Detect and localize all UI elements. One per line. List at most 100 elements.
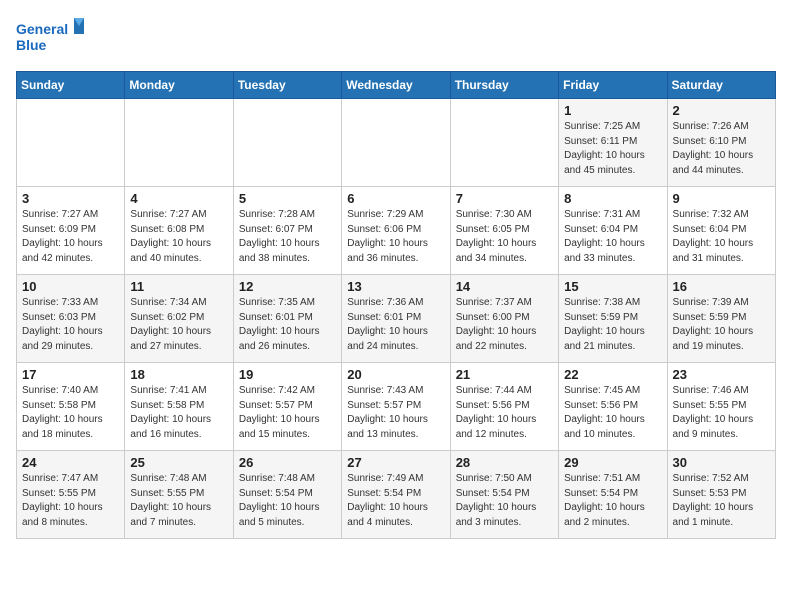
day-info: Sunrise: 7:27 AM Sunset: 6:09 PM Dayligh… — [22, 208, 119, 266]
calendar-day-cell: 20 Sunrise: 7:43 AM Sunset: 5:57 PM Dayli… — [342, 363, 450, 451]
day-info: Sunrise: 7:49 AM Sunset: 5:54 PM Dayligh… — [347, 472, 444, 530]
calendar-day-cell: 16 Sunrise: 7:39 AM Sunset: 5:59 PM Dayli… — [667, 275, 775, 363]
calendar-header-row: SundayMondayTuesdayWednesdayThursdayFrid… — [17, 72, 776, 99]
weekday-header: Sunday — [17, 72, 125, 99]
calendar-day-cell — [125, 99, 233, 187]
calendar-day-cell: 15 Sunrise: 7:38 AM Sunset: 5:59 PM Dayli… — [559, 275, 667, 363]
calendar-day-cell — [450, 99, 558, 187]
svg-text:General: General — [16, 21, 68, 37]
day-number: 10 — [22, 279, 119, 294]
day-number: 2 — [673, 103, 770, 118]
calendar-day-cell: 21 Sunrise: 7:44 AM Sunset: 5:56 PM Dayli… — [450, 363, 558, 451]
day-info: Sunrise: 7:39 AM Sunset: 5:59 PM Dayligh… — [673, 296, 770, 354]
day-number: 16 — [673, 279, 770, 294]
day-number: 24 — [22, 455, 119, 470]
day-number: 12 — [239, 279, 336, 294]
calendar-day-cell: 5 Sunrise: 7:28 AM Sunset: 6:07 PM Daylig… — [233, 187, 341, 275]
day-info: Sunrise: 7:43 AM Sunset: 5:57 PM Dayligh… — [347, 384, 444, 442]
day-number: 27 — [347, 455, 444, 470]
day-number: 7 — [456, 191, 553, 206]
day-info: Sunrise: 7:26 AM Sunset: 6:10 PM Dayligh… — [673, 120, 770, 178]
day-info: Sunrise: 7:32 AM Sunset: 6:04 PM Dayligh… — [673, 208, 770, 266]
day-info: Sunrise: 7:51 AM Sunset: 5:54 PM Dayligh… — [564, 472, 661, 530]
day-number: 4 — [130, 191, 227, 206]
day-info: Sunrise: 7:35 AM Sunset: 6:01 PM Dayligh… — [239, 296, 336, 354]
day-number: 23 — [673, 367, 770, 382]
calendar-day-cell: 6 Sunrise: 7:29 AM Sunset: 6:06 PM Daylig… — [342, 187, 450, 275]
day-info: Sunrise: 7:37 AM Sunset: 6:00 PM Dayligh… — [456, 296, 553, 354]
calendar-day-cell: 13 Sunrise: 7:36 AM Sunset: 6:01 PM Dayli… — [342, 275, 450, 363]
weekday-header: Thursday — [450, 72, 558, 99]
weekday-header: Saturday — [667, 72, 775, 99]
day-number: 5 — [239, 191, 336, 206]
calendar-day-cell: 26Sunrise: 7:48 AM Sunset: 5:54 PM Dayli… — [233, 451, 341, 539]
day-info: Sunrise: 7:46 AM Sunset: 5:55 PM Dayligh… — [673, 384, 770, 442]
calendar-day-cell: 19 Sunrise: 7:42 AM Sunset: 5:57 PM Dayli… — [233, 363, 341, 451]
day-number: 21 — [456, 367, 553, 382]
calendar-table: SundayMondayTuesdayWednesdayThursdayFrid… — [16, 71, 776, 539]
page-header: General Blue — [16, 16, 776, 61]
weekday-header: Monday — [125, 72, 233, 99]
day-number: 9 — [673, 191, 770, 206]
calendar-day-cell: 4 Sunrise: 7:27 AM Sunset: 6:08 PM Daylig… — [125, 187, 233, 275]
calendar-day-cell: 27 Sunrise: 7:49 AM Sunset: 5:54 PM Dayli… — [342, 451, 450, 539]
day-number: 3 — [22, 191, 119, 206]
day-number: 11 — [130, 279, 227, 294]
day-info: Sunrise: 7:36 AM Sunset: 6:01 PM Dayligh… — [347, 296, 444, 354]
day-number: 29 — [564, 455, 661, 470]
calendar-day-cell: 12 Sunrise: 7:35 AM Sunset: 6:01 PM Dayli… — [233, 275, 341, 363]
calendar-week-row: 1 Sunrise: 7:25 AM Sunset: 6:11 PM Daylig… — [17, 99, 776, 187]
calendar-day-cell: 25Sunrise: 7:48 AM Sunset: 5:55 PM Dayli… — [125, 451, 233, 539]
day-info: Sunrise: 7:38 AM Sunset: 5:59 PM Dayligh… — [564, 296, 661, 354]
calendar-day-cell: 28Sunrise: 7:50 AM Sunset: 5:54 PM Dayli… — [450, 451, 558, 539]
day-number: 20 — [347, 367, 444, 382]
calendar-day-cell: 29 Sunrise: 7:51 AM Sunset: 5:54 PM Dayli… — [559, 451, 667, 539]
day-info: Sunrise: 7:31 AM Sunset: 6:04 PM Dayligh… — [564, 208, 661, 266]
day-info: Sunrise: 7:27 AM Sunset: 6:08 PM Dayligh… — [130, 208, 227, 266]
day-info: Sunrise: 7:28 AM Sunset: 6:07 PM Dayligh… — [239, 208, 336, 266]
calendar-day-cell: 18Sunrise: 7:41 AM Sunset: 5:58 PM Dayli… — [125, 363, 233, 451]
day-number: 15 — [564, 279, 661, 294]
day-number: 1 — [564, 103, 661, 118]
day-number: 28 — [456, 455, 553, 470]
day-info: Sunrise: 7:45 AM Sunset: 5:56 PM Dayligh… — [564, 384, 661, 442]
day-number: 13 — [347, 279, 444, 294]
day-info: Sunrise: 7:34 AM Sunset: 6:02 PM Dayligh… — [130, 296, 227, 354]
calendar-day-cell: 8Sunrise: 7:31 AM Sunset: 6:04 PM Daylig… — [559, 187, 667, 275]
day-info: Sunrise: 7:44 AM Sunset: 5:56 PM Dayligh… — [456, 384, 553, 442]
calendar-day-cell: 2 Sunrise: 7:26 AM Sunset: 6:10 PM Daylig… — [667, 99, 775, 187]
weekday-header: Tuesday — [233, 72, 341, 99]
calendar-day-cell: 11 Sunrise: 7:34 AM Sunset: 6:02 PM Dayli… — [125, 275, 233, 363]
svg-text:Blue: Blue — [16, 37, 47, 53]
calendar-week-row: 3 Sunrise: 7:27 AM Sunset: 6:09 PM Daylig… — [17, 187, 776, 275]
calendar-day-cell — [342, 99, 450, 187]
logo: General Blue — [16, 16, 86, 61]
day-info: Sunrise: 7:25 AM Sunset: 6:11 PM Dayligh… — [564, 120, 661, 178]
day-number: 25 — [130, 455, 227, 470]
day-number: 30 — [673, 455, 770, 470]
calendar-week-row: 17Sunrise: 7:40 AM Sunset: 5:58 PM Dayli… — [17, 363, 776, 451]
day-info: Sunrise: 7:42 AM Sunset: 5:57 PM Dayligh… — [239, 384, 336, 442]
calendar-day-cell — [233, 99, 341, 187]
weekday-header: Friday — [559, 72, 667, 99]
day-number: 18 — [130, 367, 227, 382]
calendar-day-cell: 10 Sunrise: 7:33 AM Sunset: 6:03 PM Dayli… — [17, 275, 125, 363]
calendar-day-cell: 3 Sunrise: 7:27 AM Sunset: 6:09 PM Daylig… — [17, 187, 125, 275]
day-info: Sunrise: 7:30 AM Sunset: 6:05 PM Dayligh… — [456, 208, 553, 266]
calendar-day-cell: 17Sunrise: 7:40 AM Sunset: 5:58 PM Dayli… — [17, 363, 125, 451]
calendar-week-row: 10 Sunrise: 7:33 AM Sunset: 6:03 PM Dayli… — [17, 275, 776, 363]
calendar-day-cell: 22 Sunrise: 7:45 AM Sunset: 5:56 PM Dayli… — [559, 363, 667, 451]
day-info: Sunrise: 7:48 AM Sunset: 5:54 PM Dayligh… — [239, 472, 336, 530]
day-number: 6 — [347, 191, 444, 206]
day-number: 22 — [564, 367, 661, 382]
calendar-day-cell: 24Sunrise: 7:47 AM Sunset: 5:55 PM Dayli… — [17, 451, 125, 539]
weekday-header: Wednesday — [342, 72, 450, 99]
day-number: 19 — [239, 367, 336, 382]
calendar-day-cell: 9 Sunrise: 7:32 AM Sunset: 6:04 PM Daylig… — [667, 187, 775, 275]
day-info: Sunrise: 7:29 AM Sunset: 6:06 PM Dayligh… — [347, 208, 444, 266]
calendar-day-cell: 1 Sunrise: 7:25 AM Sunset: 6:11 PM Daylig… — [559, 99, 667, 187]
day-info: Sunrise: 7:52 AM Sunset: 5:53 PM Dayligh… — [673, 472, 770, 530]
calendar-day-cell: 23 Sunrise: 7:46 AM Sunset: 5:55 PM Dayli… — [667, 363, 775, 451]
calendar-day-cell: 30 Sunrise: 7:52 AM Sunset: 5:53 PM Dayli… — [667, 451, 775, 539]
day-info: Sunrise: 7:33 AM Sunset: 6:03 PM Dayligh… — [22, 296, 119, 354]
